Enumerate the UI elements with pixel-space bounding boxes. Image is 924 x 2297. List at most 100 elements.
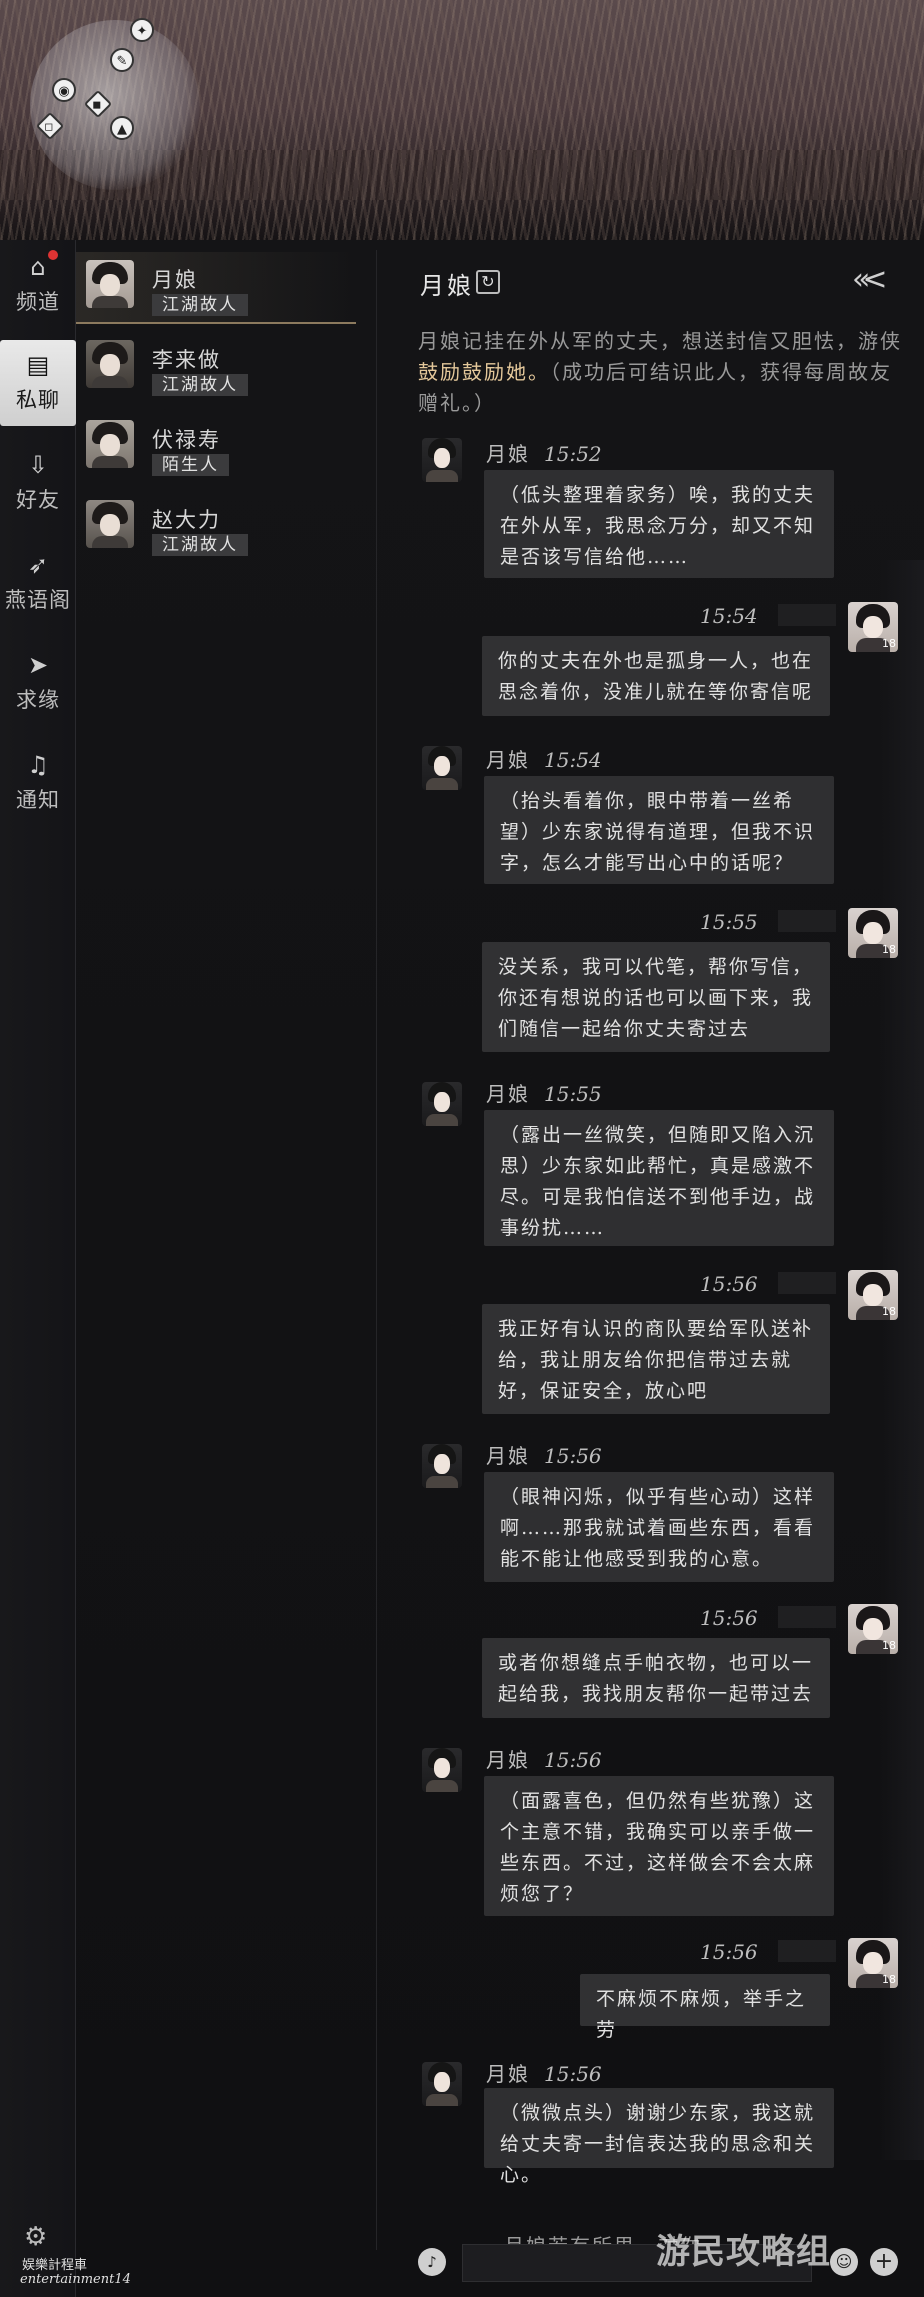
message-bubble: 我正好有认识的商队要给军队送补给，我让朋友给你把信带过去就好，保证安全，放心吧: [482, 1304, 830, 1414]
contact-item[interactable]: 李来做 江湖故人: [76, 332, 356, 404]
avatar[interactable]: [422, 1444, 462, 1488]
nav-qiuyuan[interactable]: ➤ 求缘: [0, 640, 76, 726]
relation-badge: 陌生人: [152, 454, 229, 476]
timestamp: 15:54: [544, 748, 602, 772]
intro-highlight: 鼓励鼓励她。: [418, 360, 550, 384]
sender-name: 月娘: [486, 1444, 530, 1468]
sender-name: 月娘: [486, 2062, 530, 2086]
contact-name: 伏禄寿: [152, 428, 221, 452]
sender-line: 月娘 15:54: [486, 744, 602, 773]
avatar[interactable]: 18: [848, 1604, 898, 1654]
message-bubble: 或者你想缝点手帕衣物，也可以一起给我，我找朋友帮你一起带过去: [482, 1638, 830, 1718]
timestamp: 15:56: [700, 1606, 758, 1630]
contact-item[interactable]: 伏禄寿 陌生人: [76, 412, 356, 484]
timestamp: 15:56: [544, 1748, 602, 1772]
quest-intro: 月娘记挂在外从军的丈夫，想送封信又胆怯，游侠鼓励鼓励她。（成功后可结识此人，获得…: [418, 326, 906, 419]
background-figure: [880, 560, 924, 2160]
contact-name: 月娘: [152, 268, 198, 292]
nav-private-chat-label: 私聊: [16, 388, 60, 412]
avatar: [86, 500, 134, 548]
minimap-marker-icon: ✦: [130, 18, 154, 42]
message-bubble: （低头整理着家务）唉，我的丈夫在外从军，我思念万分，却又不知是否该写信给他……: [484, 470, 834, 578]
avatar[interactable]: 18: [848, 908, 898, 958]
minimap-player-icon: ▲: [110, 116, 134, 140]
nav-yanyuge[interactable]: ➶ 燕语阁: [0, 540, 76, 626]
contact-item[interactable]: 赵大力 江湖故人: [76, 492, 356, 564]
notification-dot: [48, 250, 58, 260]
redacted-name: [778, 1272, 836, 1294]
sender-line: 月娘 15:56: [486, 1440, 602, 1469]
relation-badge: 江湖故人: [152, 374, 248, 396]
sender-line: 月娘 15:55: [486, 1078, 602, 1107]
avatar[interactable]: [422, 438, 462, 482]
avatar[interactable]: 18: [848, 1938, 898, 1988]
watermark-logo: 游民攻略组: [656, 2232, 831, 2272]
timestamp: 15:56: [700, 1272, 758, 1296]
level-badge: 18: [882, 1639, 896, 1652]
message-bubble: 不麻烦不麻烦，举手之劳: [580, 1974, 830, 2041]
sender-name: 月娘: [486, 442, 530, 466]
watermark-text: 娱樂計程車: [22, 2258, 88, 2273]
minimap-compass-icon: ✎: [110, 48, 134, 72]
nav-channel[interactable]: ⌂ 频道: [0, 242, 76, 328]
contact-name: 李来做: [152, 348, 221, 372]
avatar[interactable]: [422, 2062, 462, 2106]
avatar[interactable]: 18: [848, 602, 898, 652]
avatar[interactable]: [422, 746, 462, 790]
intro-text: 月娘记挂在外从军的丈夫，想送封信又胆怯，游侠: [418, 329, 902, 353]
sender-name: 月娘: [486, 1082, 530, 1106]
message-bubble: 没关系，我可以代笔，帮你写信，你还有想说的话也可以画下来，我们随信一起给你丈夫寄…: [482, 942, 830, 1052]
nav-friends[interactable]: ⇩ 好友: [0, 440, 76, 526]
sender-line: 月娘 15:56: [486, 2058, 602, 2087]
avatar: [86, 340, 134, 388]
redacted-name: [778, 1940, 836, 1962]
watermark-text: entertainment14: [20, 2272, 131, 2287]
collapse-icon[interactable]: «<: [852, 262, 887, 297]
gear-icon[interactable]: ⚙: [24, 2222, 47, 2252]
sender-line: 月娘 15:52: [486, 438, 602, 467]
emoji-icon[interactable]: ☺: [830, 2248, 858, 2276]
bell-icon: ♫: [27, 751, 49, 779]
level-badge: 18: [882, 943, 896, 956]
level-badge: 18: [882, 637, 896, 650]
timestamp: 15:56: [700, 1940, 758, 1964]
nav-notify[interactable]: ♫ 通知: [0, 740, 76, 826]
nav-qiuyuan-label: 求缘: [16, 688, 60, 712]
message-bubble: 你的丈夫在外也是孤身一人，也在思念着你，没准儿就在等你寄信呢: [482, 636, 830, 716]
timestamp: 15:52: [544, 442, 602, 466]
avatar[interactable]: [422, 1748, 462, 1792]
nav-private-chat[interactable]: ▤ 私聊: [0, 340, 76, 426]
message-bubble: （眼神闪烁，似乎有些心动）这样啊……那我就试着画些东西，看看能不能让他感受到我的…: [484, 1472, 834, 1582]
plus-icon[interactable]: +: [870, 2248, 898, 2276]
minimap-quest-icon: ◆: [83, 89, 113, 119]
sender-name: 月娘: [486, 1748, 530, 1772]
nav-friends-label: 好友: [16, 488, 60, 512]
avatar[interactable]: [422, 1082, 462, 1126]
contact-item[interactable]: 月娘 江湖故人: [76, 252, 356, 324]
minimap-shop-icon: ◉: [52, 78, 76, 102]
minimap[interactable]: ✦ ✎ ◉ ◆ ◇ ▲: [30, 18, 200, 190]
timestamp: 15:55: [544, 1082, 602, 1106]
sender-line: 月娘 15:56: [486, 1744, 602, 1773]
timestamp: 15:56: [544, 2062, 602, 2086]
message-bubble: （面露喜色，但仍然有些犹豫）这个主意不错，我确实可以亲手做一些东西。不过，这样做…: [484, 1776, 834, 1916]
send-icon: ➤: [27, 651, 49, 679]
level-badge: 18: [882, 1305, 896, 1318]
level-badge: 18: [882, 1973, 896, 1986]
divider: [376, 250, 377, 2250]
timestamp: 15:54: [700, 604, 758, 628]
avatar: [86, 260, 134, 308]
game-scene: ✦ ✎ ◉ ◆ ◇ ▲: [0, 0, 924, 240]
avatar[interactable]: 18: [848, 1270, 898, 1320]
redacted-name: [778, 1606, 836, 1628]
voice-icon[interactable]: ♪: [418, 2248, 446, 2276]
chat-icon: ▤: [26, 351, 50, 379]
chat-title: 月娘: [420, 272, 474, 300]
refresh-icon[interactable]: ↻: [476, 270, 500, 294]
message-bubble: （微微点头）谢谢少东家，我这就给丈夫寄一封信表达我的思念和关心。: [484, 2088, 834, 2186]
message-bubble: （露出一丝微笑，但随即又陷入沉思）少东家如此帮忙，真是感激不尽。可是我怕信送不到…: [484, 1110, 834, 1246]
sender-name: 月娘: [486, 748, 530, 772]
relation-badge: 江湖故人: [152, 294, 248, 316]
swallow-icon: ➶: [27, 551, 49, 579]
contact-name: 赵大力: [152, 508, 221, 532]
